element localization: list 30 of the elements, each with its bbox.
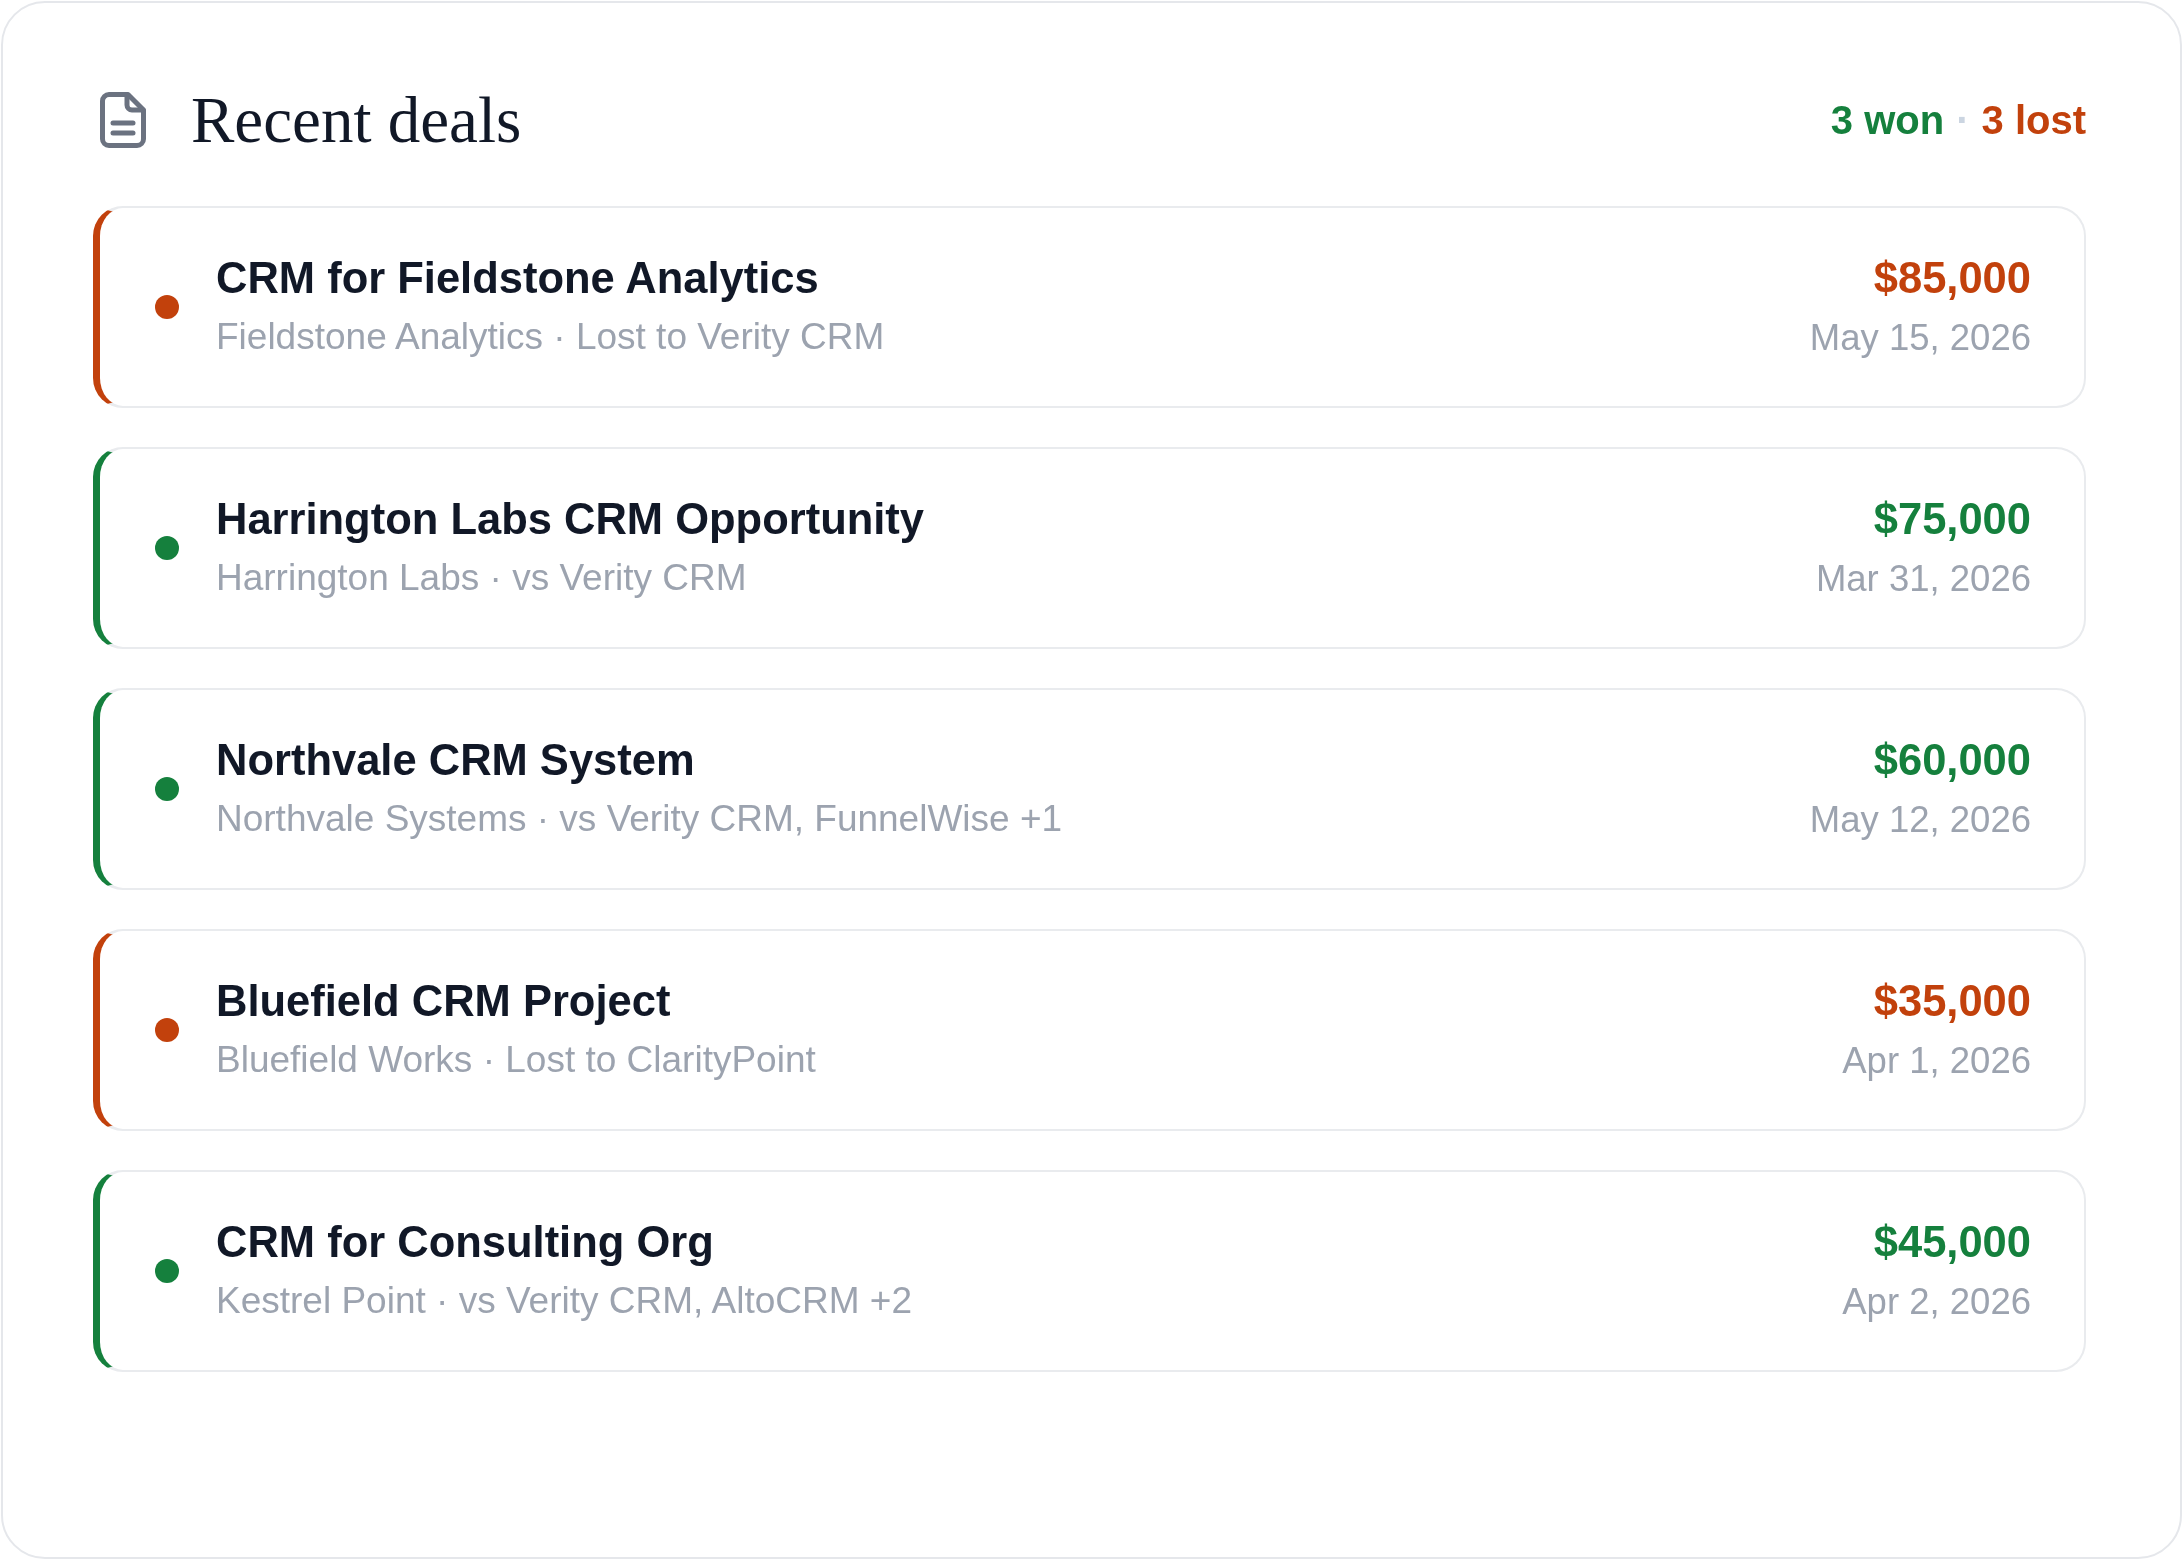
deal-date: Apr 2, 2026 [1842, 1279, 2031, 1324]
deal-details: Kestrel Point · vs Verity CRM, AltoCRM +2 [216, 1279, 913, 1323]
deal-card[interactable]: Bluefield CRM Project Bluefield Works · Lost to ClarityPoint $35,000 Apr 1, 2026 [93, 929, 2086, 1131]
deal-amount: $85,000 [1873, 252, 2031, 303]
deal-date: Apr 1, 2026 [1842, 1038, 2031, 1083]
deal-details: Harrington Labs · vs Verity CRM [216, 556, 748, 600]
deal-card[interactable]: CRM for Consulting Org Kestrel Point · vs Verity CRM, AltoCRM +2 $45,000 Apr 2, 2026 [93, 1170, 2086, 1372]
deal-details: Fieldstone Analytics · Lost to Verity CRM [216, 315, 886, 359]
lost-count: 3 lost [1981, 97, 2086, 144]
deal-amount: $45,000 [1873, 1216, 2031, 1267]
deal-details: Bluefield Works · Lost to ClarityPoint [216, 1038, 817, 1082]
deal-card[interactable]: Northvale CRM System Northvale Systems · vs Verity CRM, FunnelWise +1 $60,000 May 12, 2026 [93, 688, 2086, 890]
deal-name: Northvale CRM System [216, 735, 696, 785]
deal-amount: $75,000 [1873, 493, 2031, 544]
deal-date: Mar 31, 2026 [1815, 556, 2031, 601]
deal-amount: $60,000 [1873, 734, 2031, 785]
deal-name: CRM for Consulting Org [216, 1217, 715, 1267]
deal-card[interactable]: CRM for Fieldstone Analytics Fieldstone Analytics · Lost to Verity CRM $85,000 May 15, 2026 [93, 206, 2086, 408]
deal-name: Harrington Labs CRM Opportunity [216, 494, 926, 544]
deal-date: May 15, 2026 [1809, 315, 2031, 360]
deal-card[interactable]: Harrington Labs CRM Opportunity Harrington Labs · vs Verity CRM $75,000 Mar 31, 2026 [93, 447, 2086, 649]
won-count: 3 won [1830, 97, 1945, 144]
panel-title: Recent deals [191, 83, 522, 157]
deal-date: May 12, 2026 [1809, 797, 2031, 842]
deal-details: Northvale Systems · vs Verity CRM, FunnelWise +1 [216, 797, 1064, 841]
document-icon [100, 92, 146, 148]
deal-amount: $35,000 [1873, 975, 2031, 1026]
separator-dot: · [1956, 97, 1970, 144]
deal-name: CRM for Fieldstone Analytics [216, 253, 820, 303]
deal-name: Bluefield CRM Project [216, 976, 672, 1026]
